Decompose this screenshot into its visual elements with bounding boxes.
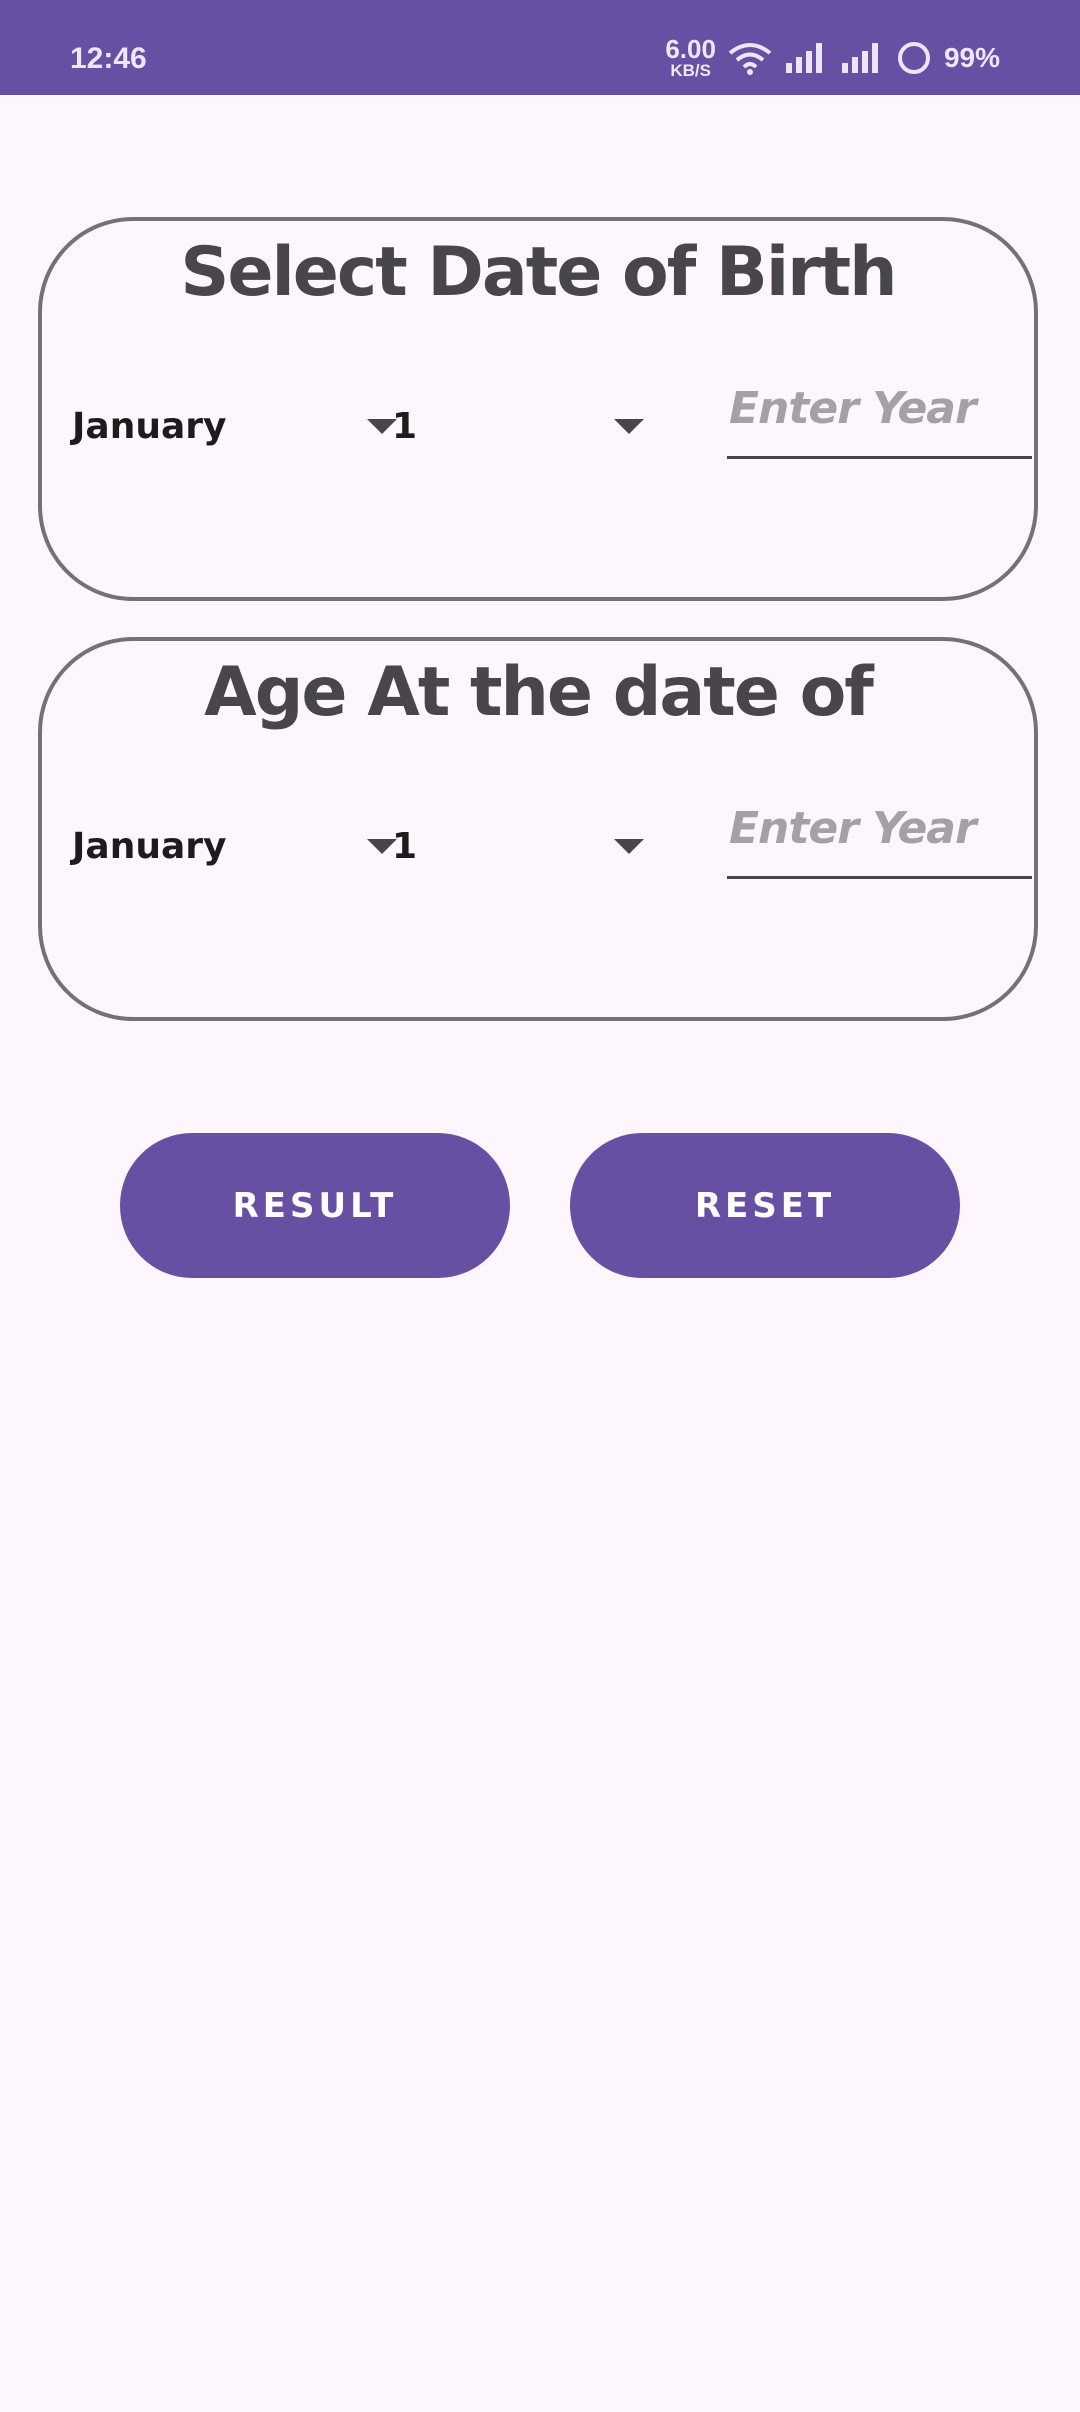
dob-card: Select Date of Birth January 1 Enter Yea… [38,217,1038,601]
age-at-title: Age At the date of [204,653,874,732]
reset-button[interactable]: RESET [570,1133,960,1278]
network-speed-unit: KB/S [670,61,711,80]
age-month-value: January [72,825,227,867]
age-year-placeholder: Enter Year [729,803,977,854]
status-time: 12:46 [70,42,147,75]
battery-percentage: 99% [943,41,1000,73]
signal-icon [785,42,822,73]
dropdown-arrow-icon [614,419,644,434]
result-button[interactable]: RESULT [120,1133,510,1278]
age-day-spinner[interactable]: 1 [392,811,682,881]
age-month-spinner[interactable]: January [72,811,402,881]
network-speed-value: 6.00 [665,34,716,64]
signal-icon-2 [841,42,878,73]
dob-title: Select Date of Birth [180,233,897,312]
dob-month-spinner[interactable]: January [72,391,402,461]
battery-icon [897,41,930,74]
age-day-value: 1 [392,825,418,867]
dob-month-value: January [72,405,227,447]
status-icons: 6.00 KB/S 99% [665,36,1000,79]
age-at-card: Age At the date of January 1 Enter Year [38,637,1038,1021]
wifi-icon [728,42,772,75]
dropdown-arrow-icon [614,839,644,854]
network-speed: 6.00 KB/S [665,36,716,79]
age-year-input[interactable]: Enter Year [727,791,1032,879]
dob-year-input[interactable]: Enter Year [727,371,1032,459]
dob-day-spinner[interactable]: 1 [392,391,682,461]
dob-day-value: 1 [392,405,418,447]
status-bar: 12:46 6.00 KB/S 99% [0,0,1080,95]
dob-year-placeholder: Enter Year [729,383,977,434]
